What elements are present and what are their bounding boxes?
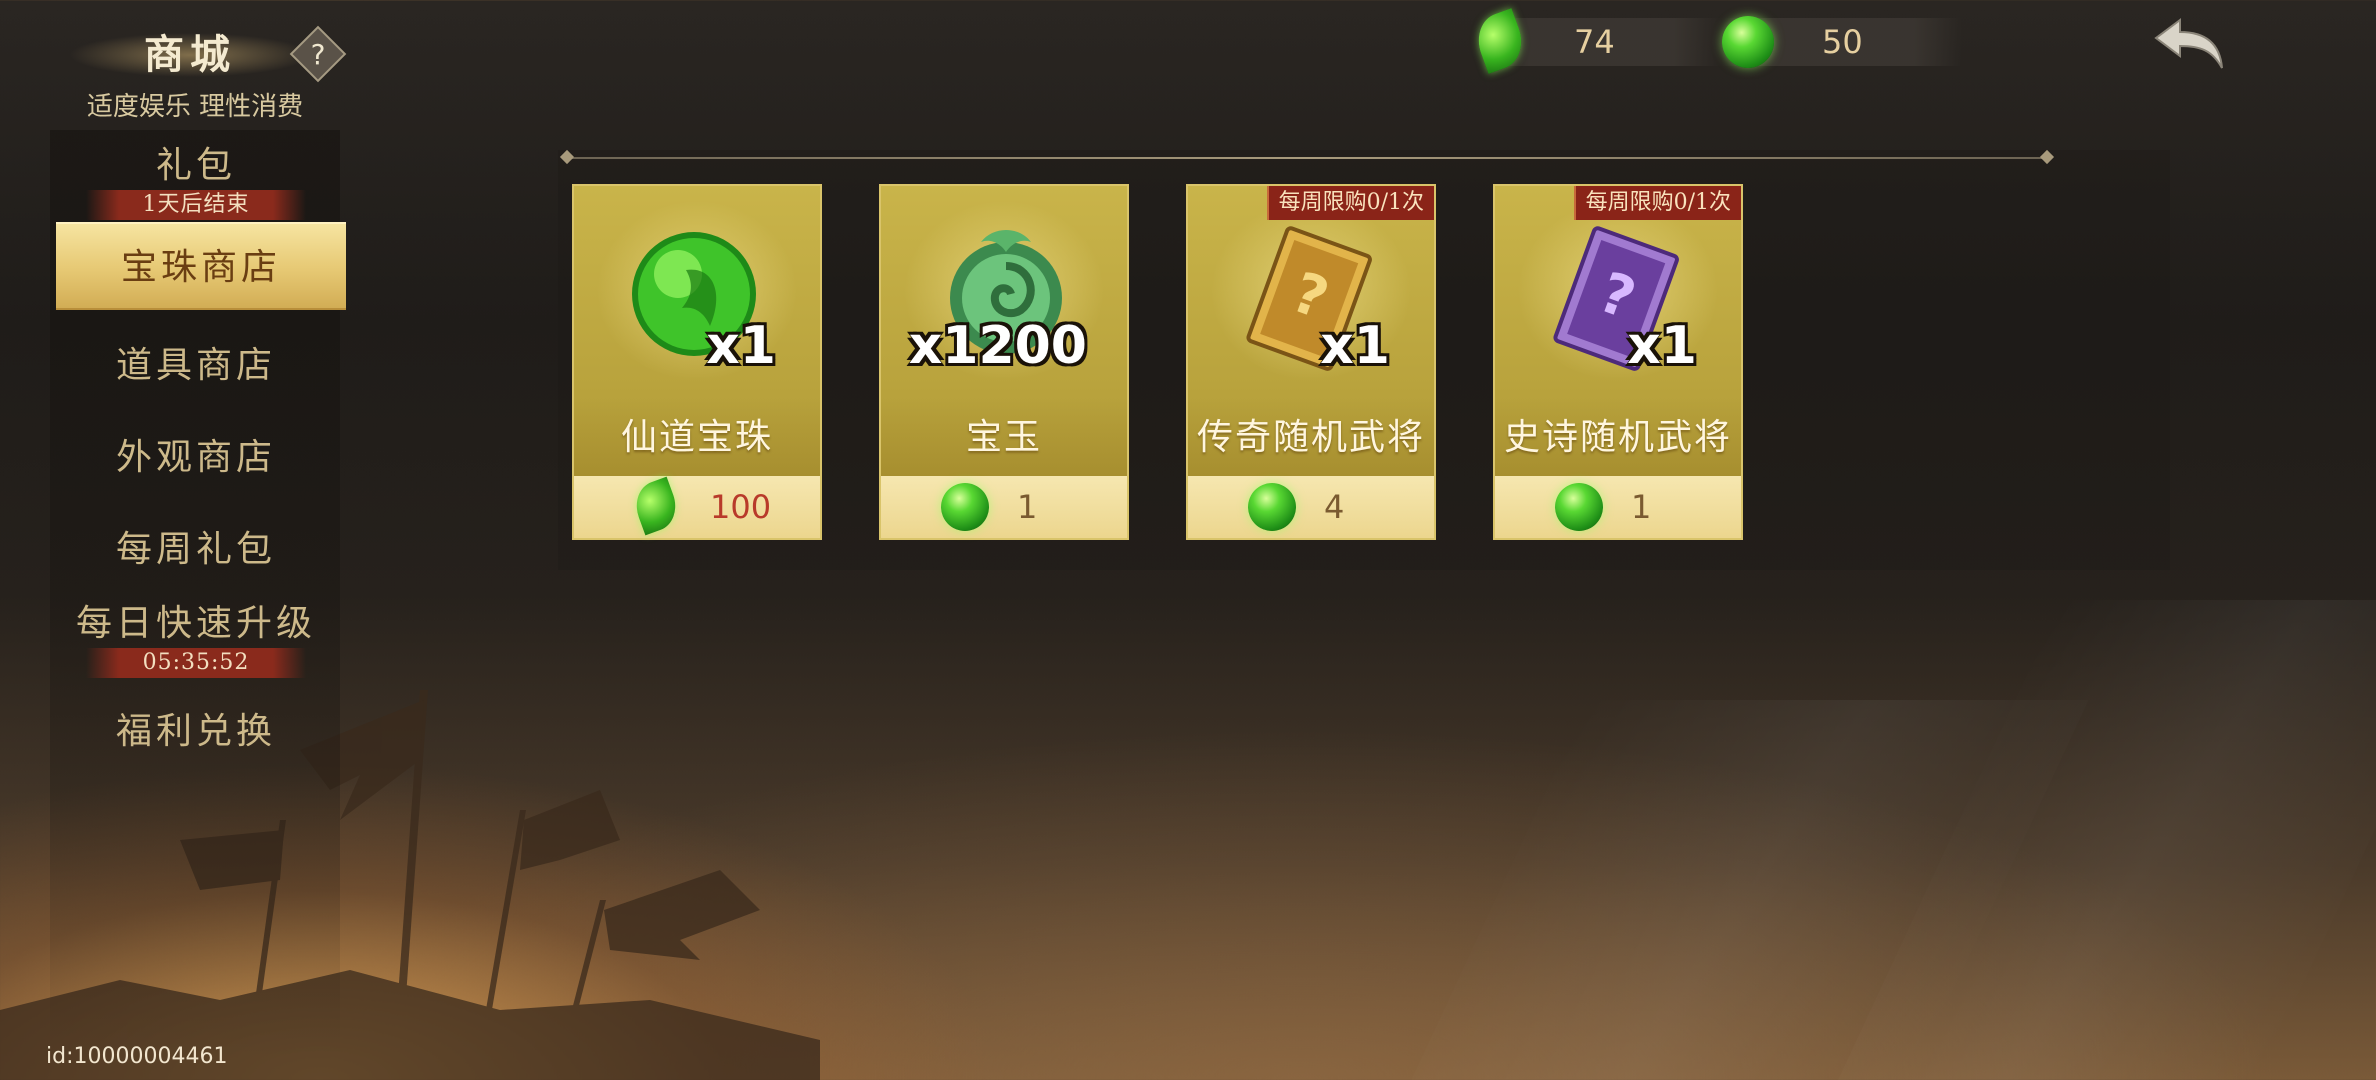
item-quantity: x1 [1320, 316, 1390, 376]
countdown-badge: 05:35:52 [86, 648, 306, 678]
buy-button[interactable]: 1 [1495, 476, 1741, 538]
item-name: 史诗随机武将 [1503, 417, 1732, 458]
back-button[interactable] [2150, 14, 2230, 74]
page-title: 商城 [70, 26, 310, 84]
shop-item-card[interactable]: ? 每周限购0/1次 x1 史诗随机武将 1 [1493, 184, 1743, 540]
jade-orb-icon [941, 483, 989, 531]
user-id-label: id:10000004461 [46, 1044, 228, 1069]
item-price: 4 [1324, 488, 1345, 526]
back-arrow-icon [2154, 18, 2223, 69]
buy-button[interactable]: 100 [574, 476, 820, 538]
sidebar-item-label: 每周礼包 [115, 529, 276, 570]
sidebar-item-gift-pack[interactable]: 礼包 1天后结束 [56, 136, 336, 220]
jade-orb-icon [1248, 483, 1296, 531]
sidebar-item-label: 礼包 [155, 145, 236, 186]
sidebar-item-label: 道具商店 [115, 345, 276, 386]
buy-button[interactable]: 1 [881, 476, 1127, 538]
help-icon: ? [310, 38, 326, 71]
sidebar-item-orb-shop[interactable]: 宝珠商店 [56, 222, 346, 310]
item-quantity: x1 [706, 316, 776, 376]
buy-button[interactable]: 4 [1188, 476, 1434, 538]
sidebar-item-appearance-shop[interactable]: 外观商店 [56, 428, 336, 480]
sidebar-item-label: 福利兑换 [115, 711, 276, 752]
page-subtitle: 适度娱乐 理性消费 [86, 92, 304, 122]
sidebar-item-weekly-pack[interactable]: 每周礼包 [56, 520, 336, 572]
jade-orb-icon [1555, 483, 1603, 531]
shop-item-card[interactable]: ? 每周限购0/1次 x1 传奇随机武将 4 [1186, 184, 1436, 540]
item-art [574, 186, 820, 396]
sidebar-item-daily-level-up[interactable]: 每日快速升级 05:35:52 [56, 594, 336, 678]
sidebar-item-item-shop[interactable]: 道具商店 [56, 336, 336, 388]
currency-jade-orb: 50 [1722, 16, 1962, 68]
currency-amount: 50 [1822, 23, 1863, 61]
shop-title-block: 商城 ? 适度娱乐 理性消费 [70, 22, 350, 122]
weekly-limit-badge: 每周限购0/1次 [1573, 186, 1741, 220]
item-price: 100 [710, 488, 772, 526]
weekly-limit-badge: 每周限购0/1次 [1266, 186, 1434, 220]
sidebar-item-label: 外观商店 [115, 437, 276, 478]
item-quantity: x1 [1627, 316, 1697, 376]
background-brush [1838, 600, 2376, 1080]
sidebar-item-welfare-exchange[interactable]: 福利兑换 [56, 702, 336, 754]
countdown-badge: 1天后结束 [86, 190, 306, 220]
jade-leaf-icon [1470, 8, 1530, 74]
item-price: 1 [1017, 488, 1038, 526]
currency-amount: 74 [1574, 23, 1615, 61]
item-name: 传奇随机武将 [1196, 417, 1425, 458]
immortal-orb-icon [632, 232, 756, 356]
panel-divider [566, 157, 2048, 159]
sidebar-item-label: 每日快速升级 [75, 603, 316, 644]
currency-jade-leaf: 74 [1470, 8, 1722, 74]
jade-orb-icon [1722, 16, 1774, 68]
shop-item-card[interactable]: x1 仙道宝珠 100 [572, 184, 822, 540]
item-quantity: x1200 [908, 316, 1087, 376]
item-name: 仙道宝珠 [620, 417, 773, 458]
sidebar-item-label: 宝珠商店 [120, 247, 281, 288]
jade-leaf-icon [628, 476, 684, 536]
shop-item-card[interactable]: x1200 宝玉 1 [879, 184, 1129, 540]
background-brush [1411, 700, 2089, 1080]
item-price: 1 [1631, 488, 1652, 526]
item-name: 宝玉 [965, 417, 1042, 458]
